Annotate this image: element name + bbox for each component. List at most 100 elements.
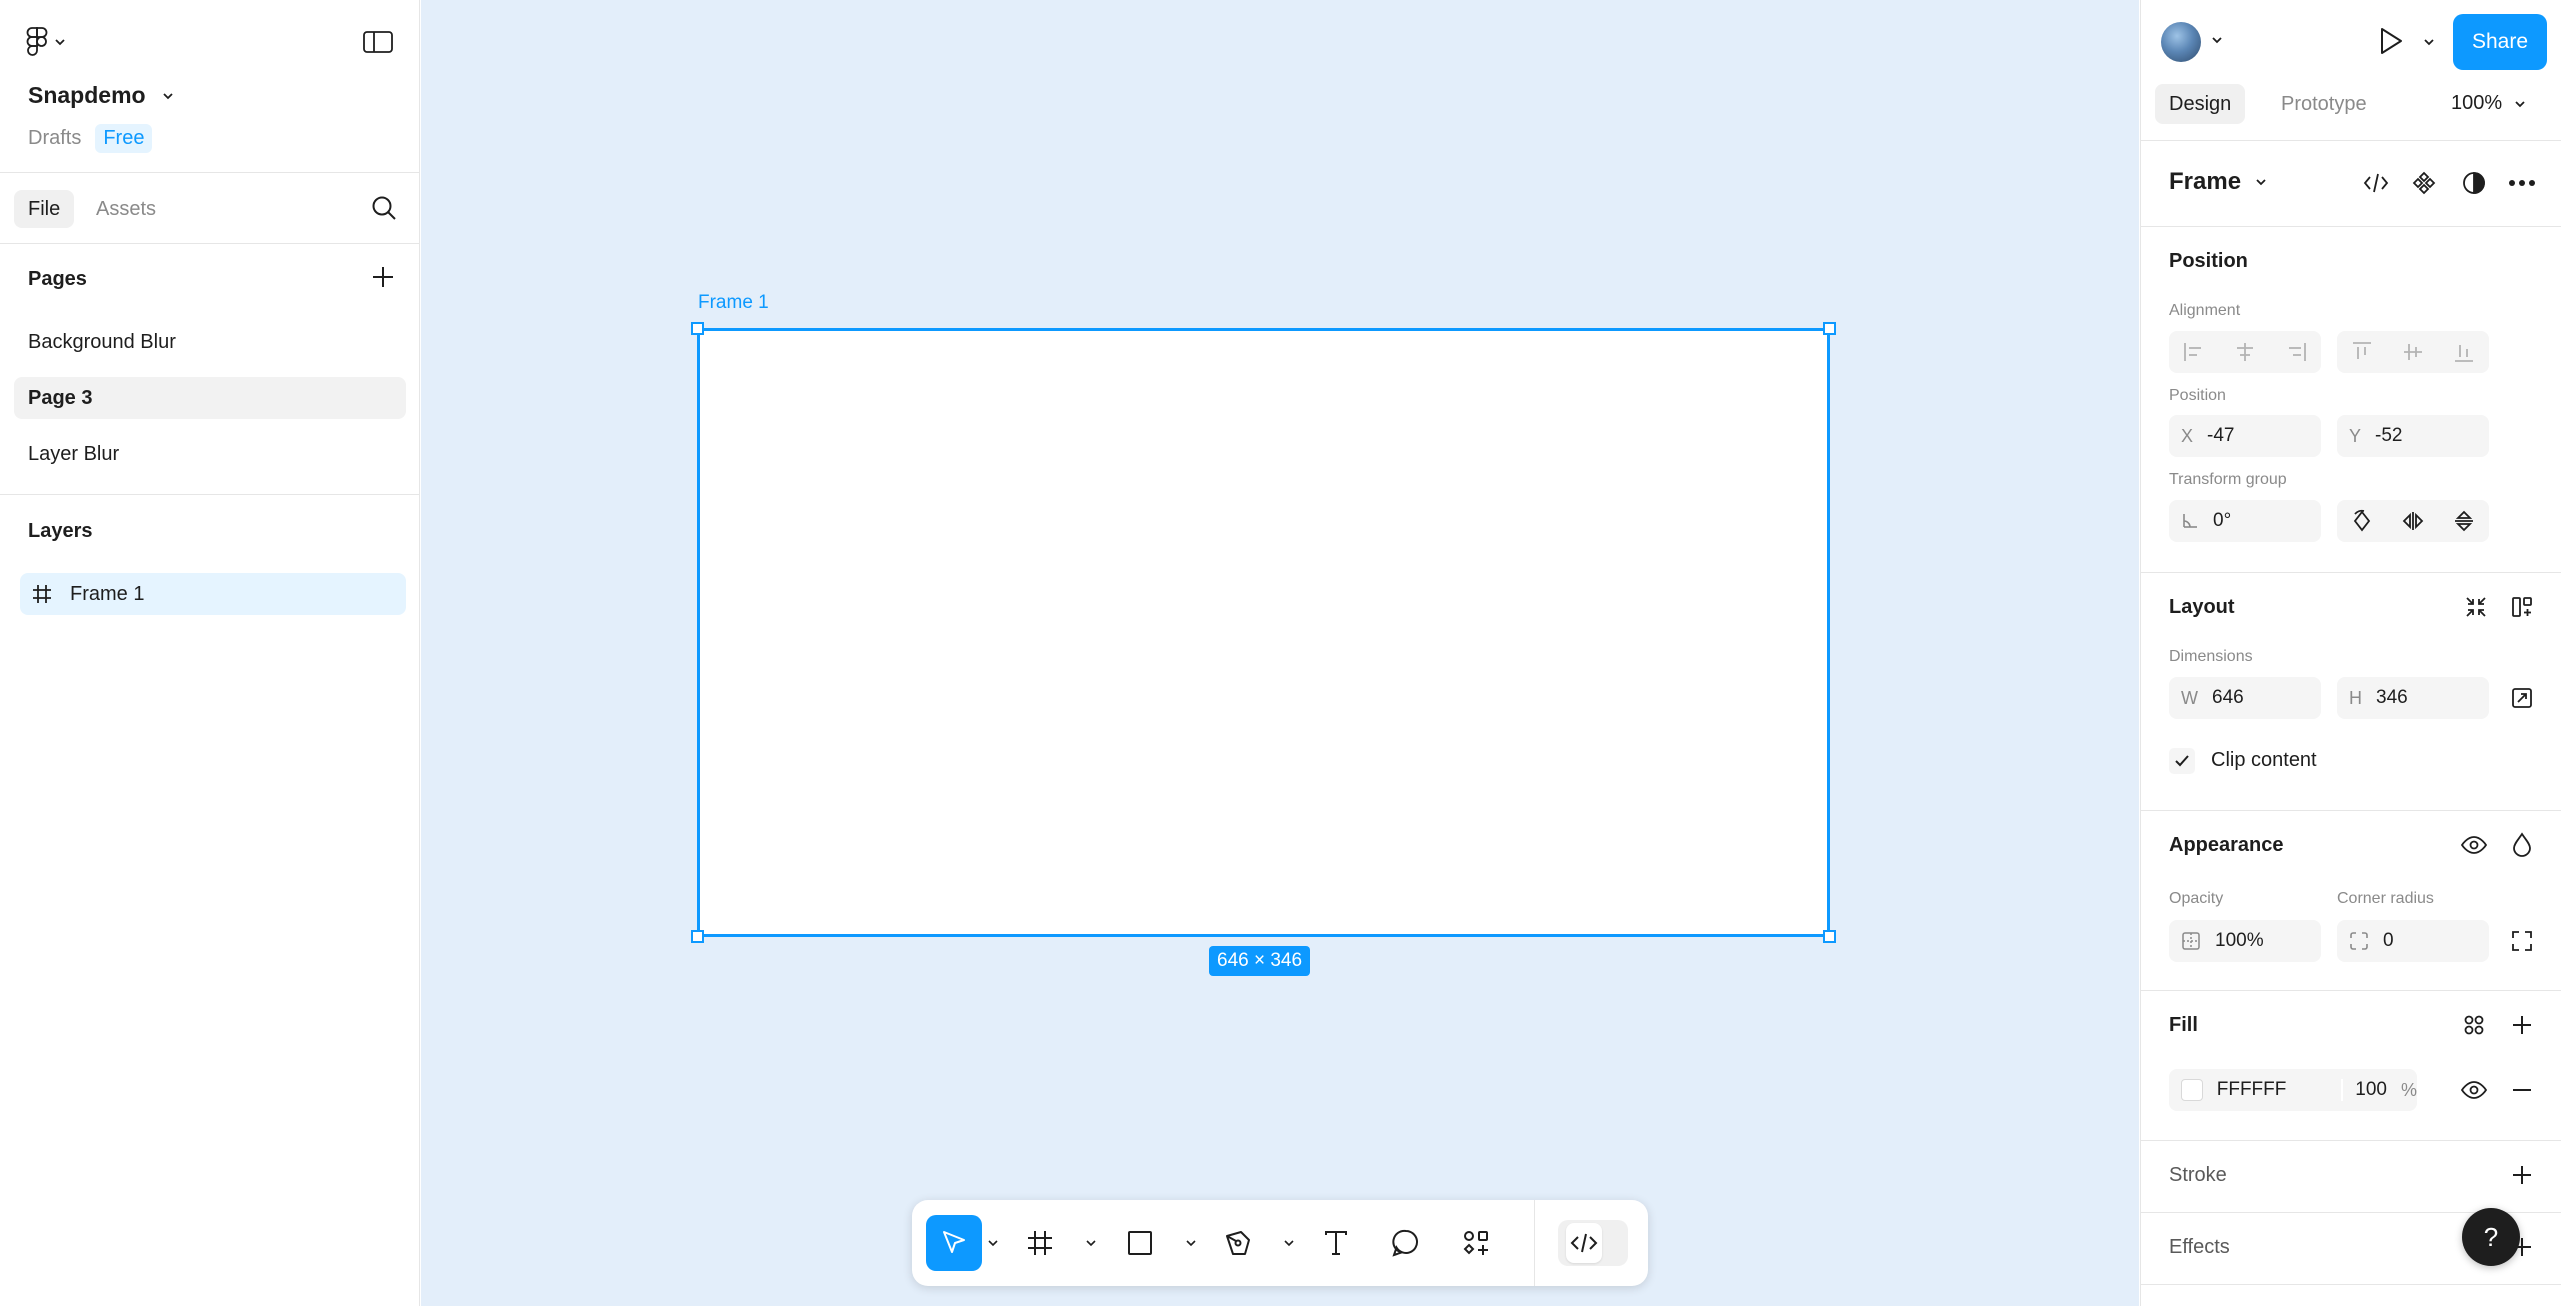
move-tool-dropdown[interactable] — [984, 1215, 1002, 1271]
add-fill-icon[interactable] — [2505, 1008, 2539, 1042]
dev-mode-toggle[interactable] — [1558, 1220, 1628, 1266]
tab-design[interactable]: Design — [2155, 84, 2246, 124]
file-name-button[interactable]: Snapdemo — [28, 82, 174, 109]
corner-radius-field[interactable]: 0 — [2337, 920, 2489, 962]
code-icon[interactable] — [2359, 166, 2393, 200]
divider — [0, 494, 420, 495]
height-field[interactable]: H 346 — [2337, 677, 2489, 719]
add-stroke-icon[interactable] — [2505, 1158, 2539, 1192]
resize-handle-bottom-right[interactable] — [1823, 930, 1836, 943]
appearance-section-title: Appearance — [2169, 834, 2284, 856]
plan-badge[interactable]: Free — [95, 124, 153, 153]
rotate-90-icon[interactable] — [2350, 509, 2374, 533]
zoom-dropdown[interactable]: 100% — [2451, 92, 2526, 115]
shape-tool-dropdown[interactable] — [1182, 1215, 1200, 1271]
divider — [2141, 810, 2561, 811]
independent-corners-icon[interactable] — [2505, 924, 2539, 958]
tab-prototype[interactable]: Prototype — [2267, 84, 2381, 124]
tab-assets[interactable]: Assets — [82, 190, 170, 228]
align-right-icon[interactable] — [2284, 340, 2308, 364]
divider — [2141, 226, 2561, 227]
drafts-link[interactable]: Drafts — [28, 127, 81, 150]
dimensions-label: Dimensions — [2169, 648, 2253, 665]
frame-tool-button[interactable] — [1016, 1215, 1064, 1271]
opacity-field[interactable]: 100% — [2169, 920, 2321, 962]
search-icon[interactable] — [370, 194, 398, 222]
y-value: -52 — [2375, 425, 2403, 446]
divider — [0, 172, 420, 173]
collapse-layout-icon[interactable] — [2459, 590, 2493, 624]
avatar[interactable] — [2161, 22, 2201, 62]
components-actions-icon — [1461, 1228, 1491, 1258]
page-item-page-3[interactable]: Page 3 — [14, 377, 406, 419]
canvas[interactable]: Frame 1 646 × 346 — [421, 0, 2139, 1306]
actions-tool-button[interactable] — [1452, 1215, 1500, 1271]
page-item-layer-blur[interactable]: Layer Blur — [14, 433, 406, 475]
add-page-icon[interactable] — [370, 264, 396, 290]
eye-icon[interactable] — [2457, 1073, 2491, 1107]
chevron-down-icon[interactable] — [2423, 38, 2435, 46]
align-bottom-icon[interactable] — [2452, 340, 2476, 364]
chevron-down-icon[interactable] — [2211, 36, 2223, 44]
styles-grid-icon[interactable] — [2457, 1008, 2491, 1042]
component-icon[interactable] — [2407, 166, 2441, 200]
chevron-down-icon — [162, 92, 174, 100]
frame-tool-dropdown[interactable] — [1082, 1215, 1100, 1271]
help-button[interactable]: ? — [2462, 1208, 2520, 1266]
divider — [2141, 1284, 2561, 1285]
move-tool-button[interactable] — [926, 1215, 982, 1271]
align-horizontal-center-icon[interactable] — [2233, 340, 2257, 364]
position-section-title: Position — [2169, 250, 2248, 272]
layer-item-frame-1[interactable]: Frame 1 — [20, 573, 406, 615]
remove-fill-icon[interactable] — [2505, 1073, 2539, 1107]
align-vertical-center-icon[interactable] — [2401, 340, 2425, 364]
rotation-field[interactable]: 0° — [2169, 500, 2321, 542]
align-left-icon[interactable] — [2182, 340, 2206, 364]
y-position-field[interactable]: Y -52 — [2337, 415, 2489, 457]
x-position-field[interactable]: X -47 — [2169, 415, 2321, 457]
layout-section-title: Layout — [2169, 596, 2235, 618]
figma-logo-icon — [26, 27, 48, 57]
text-tool-button[interactable] — [1312, 1215, 1360, 1271]
resize-handle-bottom-left[interactable] — [691, 930, 704, 943]
fill-row[interactable]: FFFFFF 100 % — [2169, 1069, 2417, 1111]
page-item-background-blur[interactable]: Background Blur — [14, 321, 406, 363]
resize-handle-top-right[interactable] — [1823, 322, 1836, 335]
fill-swatch[interactable] — [2181, 1079, 2203, 1101]
resize-handle-top-left[interactable] — [691, 322, 704, 335]
pen-tool-button[interactable] — [1214, 1215, 1262, 1271]
position-label: Position — [2169, 387, 2226, 404]
fill-section-title: Fill — [2169, 1014, 2198, 1036]
fill-opacity-value[interactable]: 100 — [2341, 1079, 2387, 1101]
align-top-icon[interactable] — [2350, 340, 2374, 364]
rectangle-tool-button[interactable] — [1116, 1215, 1164, 1271]
frame-label[interactable]: Frame 1 — [698, 292, 769, 314]
left-panel: Snapdemo Drafts Free File Assets Pages B… — [0, 0, 420, 1306]
flip-vertical-icon[interactable] — [2452, 509, 2476, 533]
comment-tool-button[interactable] — [1382, 1215, 1430, 1271]
divider — [2141, 140, 2561, 141]
toggle-sidebar-button[interactable] — [358, 24, 398, 60]
corner-radius-label: Corner radius — [2337, 890, 2434, 907]
selection-type-dropdown[interactable]: Frame — [2169, 168, 2267, 196]
clip-content-checkbox[interactable] — [2169, 748, 2195, 774]
play-icon[interactable] — [2377, 26, 2405, 56]
chevron-down-icon — [2255, 178, 2267, 186]
more-options-icon[interactable] — [2505, 166, 2539, 200]
rectangle-icon — [1126, 1229, 1154, 1257]
auto-layout-icon[interactable] — [2505, 590, 2539, 624]
eye-icon[interactable] — [2457, 828, 2491, 862]
width-field[interactable]: W 646 — [2169, 677, 2321, 719]
blend-mode-icon[interactable] — [2505, 828, 2539, 862]
height-value: 346 — [2376, 687, 2408, 708]
flip-horizontal-icon[interactable] — [2401, 509, 2425, 533]
main-menu-button[interactable] — [26, 22, 82, 62]
tab-file[interactable]: File — [14, 190, 75, 228]
checkmark-icon — [2172, 751, 2192, 771]
share-button[interactable]: Share — [2453, 14, 2547, 70]
fill-hex-value[interactable]: FFFFFF — [2217, 1079, 2328, 1101]
constrain-proportions-icon[interactable] — [2505, 681, 2539, 715]
pen-tool-dropdown[interactable] — [1280, 1215, 1298, 1271]
frame-1[interactable] — [691, 322, 1836, 943]
variable-mode-icon[interactable] — [2457, 166, 2491, 200]
